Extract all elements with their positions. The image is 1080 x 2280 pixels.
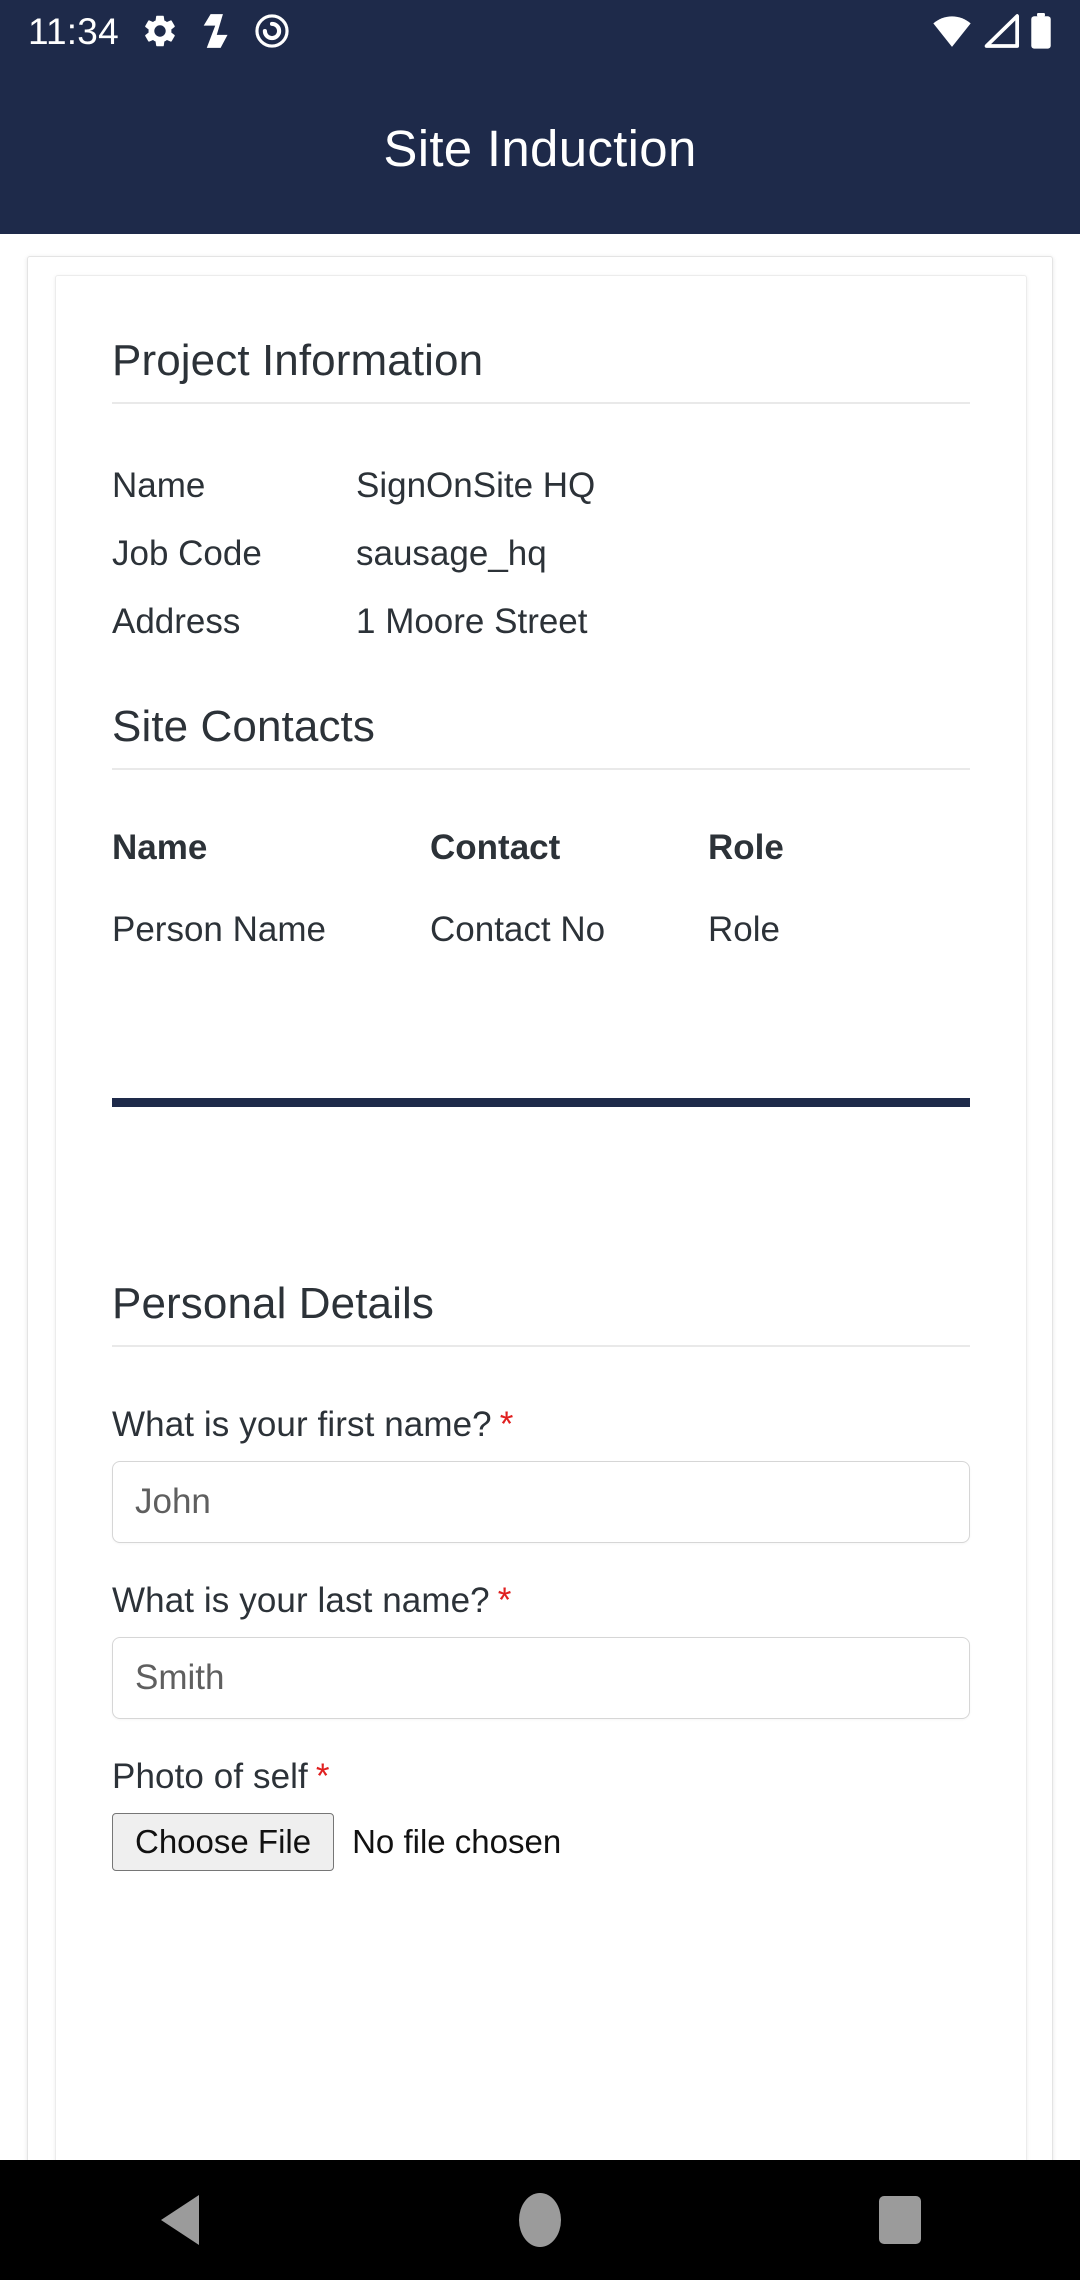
photo-of-self-label-text: Photo of self <box>112 1757 308 1796</box>
first-name-label-text: What is your first name? <box>112 1405 492 1444</box>
section-divider <box>112 1098 970 1107</box>
form-outer-card: Project Information Name SignOnSite HQ J… <box>27 256 1053 2160</box>
recents-button[interactable] <box>810 2160 990 2280</box>
phone-screen: 11:34 Site Induction Project Information… <box>0 0 1080 2280</box>
form-inner-card: Project Information Name SignOnSite HQ J… <box>55 275 1027 2160</box>
required-asterisk: * <box>499 1405 514 1444</box>
table-row: Person Name Contact No Role <box>112 910 970 950</box>
first-name-label: What is your first name? * <box>112 1405 970 1445</box>
personal-details-heading: Personal Details <box>112 1219 970 1347</box>
column-header-contact: Contact <box>430 828 561 867</box>
first-name-field-group: What is your first name? * <box>112 1405 970 1543</box>
app-bar-title-wrap: Site Induction <box>0 62 1080 234</box>
last-name-label-text: What is your last name? <box>112 1581 490 1620</box>
signonsite-logo-icon <box>197 11 235 51</box>
gear-icon <box>141 12 179 50</box>
android-navigation-bar <box>0 2160 1080 2280</box>
page-title: Site Induction <box>383 119 697 177</box>
photo-of-self-label: Photo of self * <box>112 1757 970 1797</box>
back-triangle-icon <box>161 2195 199 2245</box>
photo-of-self-field-group: Photo of self * Choose File No file chose… <box>112 1757 970 1872</box>
info-row: Address 1 Moore Street <box>112 602 970 642</box>
info-row: Job Code sausage_hq <box>112 534 970 574</box>
cell-name: Person Name <box>112 910 326 949</box>
home-button[interactable] <box>450 2160 630 2280</box>
cell-role: Role <box>708 910 780 949</box>
cellular-signal-icon <box>982 14 1020 48</box>
page-scroll-area[interactable]: Project Information Name SignOnSite HQ J… <box>0 234 1080 2160</box>
file-chosen-status: No file chosen <box>352 1823 562 1861</box>
status-bar-left-icons <box>141 11 291 51</box>
status-bar: 11:34 <box>0 0 1080 62</box>
cell-contact: Contact No <box>430 910 606 949</box>
wifi-icon <box>932 14 972 48</box>
info-label: Address <box>112 602 241 641</box>
app-bar: 11:34 Site Induction <box>0 0 1080 234</box>
recents-square-icon <box>879 2196 921 2244</box>
required-asterisk: * <box>315 1757 330 1796</box>
info-label: Job Code <box>112 534 262 573</box>
site-contacts-table: Name Contact Role Person Name Contact No… <box>112 828 970 950</box>
info-value: SignOnSite HQ <box>356 466 596 505</box>
project-information-list: Name SignOnSite HQ Job Code sausage_hq A… <box>112 404 970 642</box>
home-circle-icon <box>519 2193 561 2247</box>
first-name-input[interactable] <box>112 1461 970 1543</box>
site-contacts-heading: Site Contacts <box>112 642 970 770</box>
info-value: sausage_hq <box>356 534 547 573</box>
project-information-heading: Project Information <box>112 276 970 404</box>
battery-icon <box>1030 13 1052 49</box>
table-header-row: Name Contact Role <box>112 828 970 910</box>
status-bar-right-icons <box>932 13 1052 49</box>
status-bar-clock: 11:34 <box>28 10 119 52</box>
last-name-field-group: What is your last name? * <box>112 1581 970 1719</box>
column-header-role: Role <box>708 828 784 867</box>
info-row: Name SignOnSite HQ <box>112 466 970 506</box>
back-button[interactable] <box>90 2160 270 2280</box>
last-name-input[interactable] <box>112 1637 970 1719</box>
column-header-name: Name <box>112 828 208 867</box>
file-picker-row: Choose File No file chosen <box>112 1813 970 1872</box>
last-name-label: What is your last name? * <box>112 1581 970 1621</box>
personal-details-form: What is your first name?* What is your l… <box>112 1347 970 1872</box>
info-label: Name <box>112 466 206 505</box>
required-asterisk: * <box>497 1581 512 1620</box>
info-value: 1 Moore Street <box>356 602 588 641</box>
choose-file-button[interactable]: Choose File <box>112 1813 335 1872</box>
record-target-icon <box>253 12 291 50</box>
